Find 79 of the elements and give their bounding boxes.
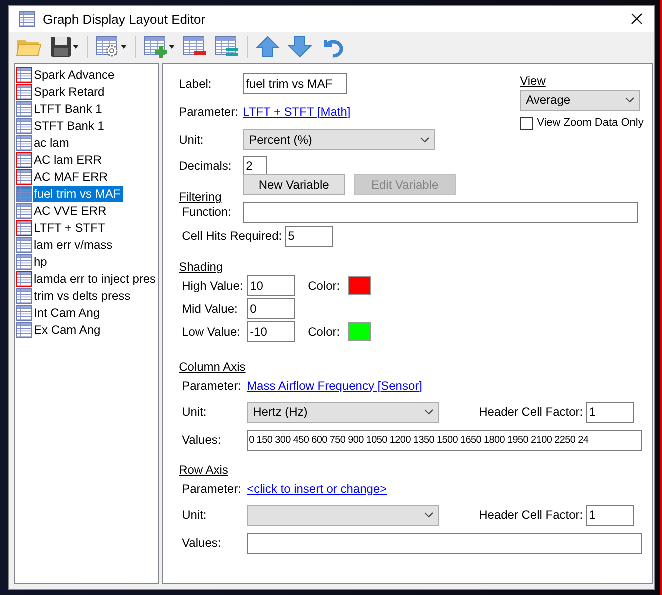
section-heading: Shading [179,260,224,274]
table-icon [16,186,32,202]
section-heading: Filtering [179,190,222,204]
field-label: Color: [308,324,342,338]
section-heading: Column Axis [179,360,246,374]
field-label: Parameter: [182,482,242,496]
list-item[interactable]: trim vs delts press [16,287,158,304]
section-heading: View [520,74,546,88]
caret-icon [73,45,79,49]
list-item[interactable]: AC VVE ERR [16,202,158,219]
list-item[interactable]: lamda err to inject pres [16,270,158,287]
decimals-field[interactable]: 2 [243,156,268,176]
field-label: Color: [308,278,342,292]
parameter-link[interactable]: Mass Airflow Frequency [Sensor] [247,378,422,392]
list-item[interactable]: Spark Retard [16,83,158,100]
chevron-down-icon [625,97,636,103]
chevron-down-icon [420,136,430,142]
window-title: Graph Display Layout Editor [43,12,207,26]
factor-field[interactable]: 1 [586,504,634,526]
function-field[interactable] [243,202,638,222]
list-item[interactable]: STFT Bank 1 [16,117,158,134]
field-label: Unit: [182,405,208,419]
table-equals-icon [215,36,239,58]
arrow-down-icon [288,36,312,58]
list-item[interactable]: Int Cam Ang [16,304,158,321]
color-swatch[interactable] [348,322,372,341]
caret-icon [121,45,127,49]
list-item[interactable]: AC lam ERR [16,151,158,168]
arrow-up-icon [256,36,280,58]
section-heading: Row Axis [179,462,228,476]
field-label: Function: [182,205,232,219]
unit-dropdown[interactable]: Hertz (Hz) [247,402,440,422]
unit-dropdown[interactable] [247,504,440,526]
list-item[interactable]: LTFT Bank 1 [16,100,158,117]
field-label: Cell Hits Required: [182,229,284,243]
shading-value-field[interactable]: -10 [247,321,296,342]
field-label: Header Cell Factor: [479,405,584,419]
list-item[interactable]: lam err v/mass [16,236,158,253]
checkbox-label: View Zoom Data Only [537,117,645,129]
field-label: Unit: [182,508,208,522]
table-gear-icon [96,36,120,58]
field-label: Header Cell Factor: [479,508,584,522]
cell-hits-field[interactable]: 5 [285,226,334,246]
close-icon [631,13,643,25]
factor-field[interactable]: 1 [586,402,634,422]
shading-value-field[interactable]: 0 [247,298,296,319]
field-label: Low Value: [182,324,242,338]
list-item[interactable]: ac lam [16,134,158,151]
list-item[interactable]: AC MAF ERR [16,168,158,185]
shading-value-field[interactable]: 10 [247,275,296,296]
field-label: High Value: [182,278,244,292]
field-label: Values: [182,536,222,550]
values-field[interactable] [247,532,642,554]
color-swatch[interactable] [348,276,372,295]
table-icon [19,11,35,27]
table-minus-icon [183,36,207,58]
list-item[interactable]: LTFT + STFT [16,219,158,236]
field-label: Decimals: [179,159,233,173]
view-dropdown[interactable]: Average [520,90,640,110]
field-label: Unit: [179,132,205,146]
parameter-link[interactable]: <click to insert or change> [247,482,388,496]
chevron-down-icon [424,512,434,518]
list-item[interactable]: Ex Cam Ang [16,321,158,338]
parameter-link[interactable]: LTFT + STFT [Math] [243,104,351,118]
unit-dropdown[interactable]: Percent (%) [243,129,436,150]
table-plus-icon [144,36,168,58]
label-field[interactable]: fuel trim vs MAF [243,73,348,94]
checkbox[interactable] [520,116,534,130]
values-field[interactable]: 0 150 300 450 600 750 900 1050 1200 1350 1500 1650 1800 1950 2100 2250 24 [247,430,642,450]
list-item[interactable]: hp [16,253,158,270]
list-item[interactable]: Spark Advance [16,66,158,83]
field-label: Parameter: [182,378,242,392]
field-label: Mid Value: [182,302,239,316]
chevron-down-icon [424,409,434,415]
field-label: Values: [182,433,222,447]
field-label: Label: [179,76,213,90]
variable-button[interactable]: New Variable [243,174,346,195]
caret-icon [169,45,175,49]
field-label: Parameter: [179,104,240,118]
